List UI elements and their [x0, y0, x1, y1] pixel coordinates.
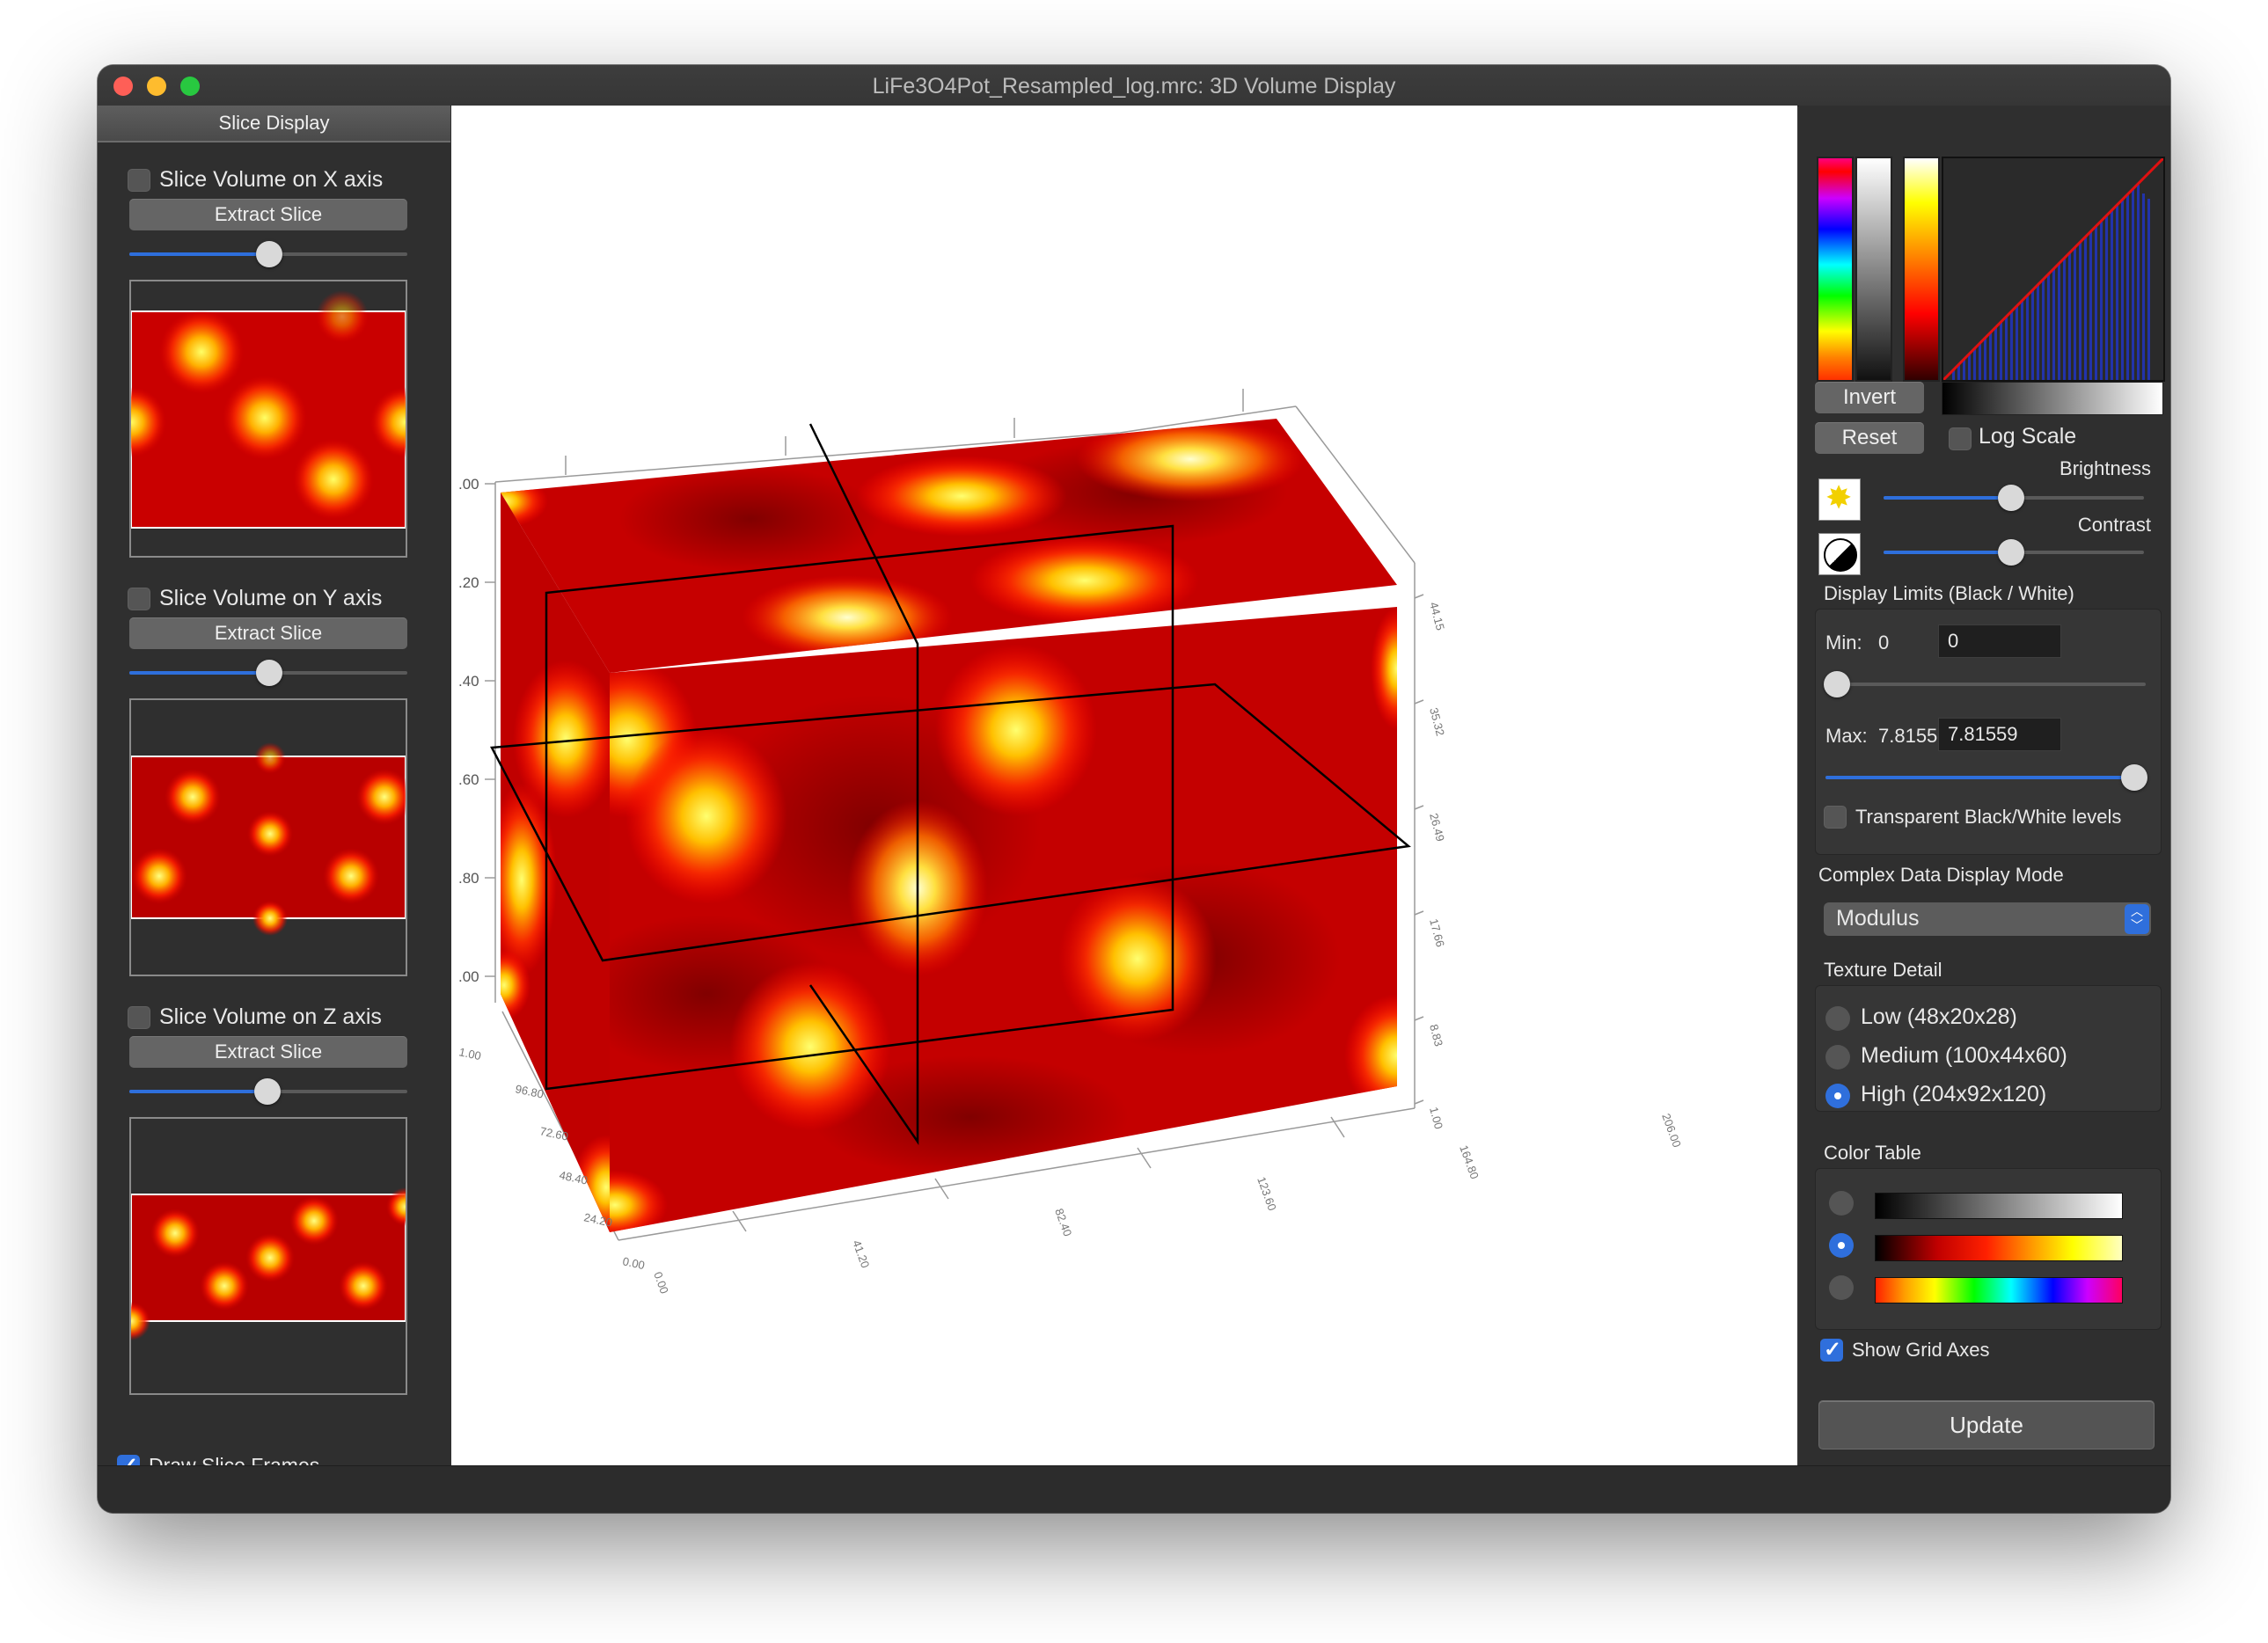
gray-colorbar	[1855, 157, 1892, 382]
slice-y-preview	[129, 698, 407, 976]
texture-high-radio[interactable]	[1825, 1084, 1850, 1108]
texture-high-label: High (204x92x120)	[1861, 1082, 2047, 1106]
depth-tick-4: 8.83	[1427, 1023, 1445, 1048]
z-tick-4: .80	[458, 870, 479, 887]
extract-slice-z-button[interactable]: Extract Slice	[129, 1036, 407, 1068]
slice-z-preview	[129, 1117, 407, 1395]
log-scale-label: Log Scale	[1979, 424, 2077, 449]
texture-medium-label: Medium (100x44x60)	[1861, 1043, 2067, 1068]
x-tick-2: 82.40	[1052, 1207, 1074, 1238]
show-grid-axes-label: Show Grid Axes	[1852, 1339, 1990, 1361]
depth-tick-1: 35.32	[1427, 706, 1447, 737]
app-window: LiFe3O4Pot_Resampled_log.mrc: 3D Volume …	[98, 65, 2170, 1513]
z-tick-2: .40	[458, 673, 479, 690]
spectrum-colorbar	[1817, 157, 1854, 382]
brightness-label: Brightness	[2059, 457, 2151, 479]
display-limits-title: Display Limits (Black / White)	[1824, 582, 2074, 604]
slice-x-checkbox[interactable]	[128, 169, 150, 192]
contrast-label: Contrast	[2077, 514, 2151, 536]
x-tick-5: 206.00	[1659, 1112, 1684, 1149]
color-table-grayscale-radio[interactable]	[1829, 1191, 1854, 1216]
y-tick-5: 1.00	[457, 1045, 482, 1062]
title-bar: LiFe3O4Pot_Resampled_log.mrc: 3D Volume …	[98, 65, 2170, 106]
complex-mode-select[interactable]: Modulus ︿ ﹀	[1824, 902, 2151, 936]
contrast-slider-fill	[1884, 551, 2012, 554]
log-scale-checkbox[interactable]	[1949, 427, 1972, 450]
spectrum-swatch[interactable]	[1875, 1277, 2123, 1303]
depth-tick-2: 26.49	[1427, 812, 1447, 843]
x-tick-1: 41.20	[850, 1238, 872, 1270]
histogram-bars	[1952, 185, 2150, 380]
texture-detail-title: Texture Detail	[1824, 959, 1942, 981]
min-label: Min:	[1825, 632, 1862, 654]
slice-y-slider-fill	[129, 671, 270, 675]
reset-button[interactable]: Reset	[1815, 422, 1924, 454]
color-table-title: Color Table	[1824, 1142, 1921, 1164]
slice-z-checkbox[interactable]	[128, 1006, 150, 1029]
grayscale-swatch[interactable]	[1875, 1193, 2123, 1219]
depth-tick-5: 1.00	[1427, 1106, 1445, 1130]
slice-y-label: Slice Volume on Y axis	[159, 586, 383, 610]
z-tick-0: .00	[458, 476, 479, 493]
heat-colorbar	[1903, 157, 1940, 382]
depth-tick-0: 44.15	[1427, 601, 1447, 632]
tab-slice-display[interactable]: Slice Display	[98, 106, 450, 142]
update-button[interactable]: Update	[1818, 1400, 2155, 1449]
slice-x-preview	[129, 280, 407, 558]
slice-z-slider-fill	[129, 1090, 268, 1093]
z-tick-1: .20	[458, 574, 479, 591]
transparent-levels-label: Transparent Black/White levels	[1855, 806, 2122, 828]
texture-medium-radio[interactable]	[1825, 1045, 1850, 1070]
contrast-slider-knob[interactable]	[1998, 539, 2024, 566]
y-tick-0: 0.00	[621, 1254, 646, 1272]
volume-render[interactable]: .00 .20 .40 .60 .80 .00 0.00 24.20 48.40…	[451, 106, 1797, 1465]
complex-mode-title: Complex Data Display Mode	[1818, 864, 2064, 886]
z-tick-5: .00	[458, 968, 479, 985]
complex-mode-value: Modulus	[1836, 906, 1920, 931]
min-value: 0	[1878, 632, 1890, 654]
color-table-heat-radio[interactable]	[1829, 1233, 1854, 1258]
slice-y-slider-knob[interactable]	[256, 660, 282, 686]
texture-low-radio[interactable]	[1825, 1006, 1850, 1031]
extract-slice-y-button[interactable]: Extract Slice	[129, 617, 407, 649]
show-grid-axes-checkbox[interactable]	[1820, 1337, 1843, 1362]
invert-button[interactable]: Invert	[1815, 382, 1924, 413]
max-slider-fill	[1825, 776, 2135, 779]
x-tick-0: 0.00	[651, 1270, 671, 1296]
min-input[interactable]: 0	[1938, 624, 2061, 658]
depth-tick-3: 17.66	[1427, 917, 1447, 948]
select-arrows-icon: ︿ ﹀	[2125, 904, 2149, 934]
x-tick-4: 164.80	[1457, 1143, 1482, 1180]
volume-viewport[interactable]: .00 .20 .40 .60 .80 .00 0.00 24.20 48.40…	[451, 106, 1797, 1465]
slice-x-slider-knob[interactable]	[256, 241, 282, 267]
display-panel: Invert Reset Log Scale Brightness ✸ Cont…	[1799, 106, 2170, 1465]
min-slider-knob[interactable]	[1824, 671, 1850, 697]
status-bar	[98, 1465, 2170, 1513]
min-slider[interactable]	[1825, 683, 2146, 686]
max-label: Max:	[1825, 725, 1868, 747]
slice-z-slider-knob[interactable]	[254, 1078, 281, 1105]
max-input[interactable]: 7.81559	[1938, 718, 2061, 751]
window-title: LiFe3O4Pot_Resampled_log.mrc: 3D Volume …	[872, 74, 1396, 99]
extract-slice-x-button[interactable]: Extract Slice	[129, 199, 407, 230]
brightness-icon: ✸	[1818, 478, 1861, 521]
texture-low-label: Low (48x20x28)	[1861, 1004, 2017, 1029]
slice-x-slider-fill	[129, 252, 270, 256]
histogram-plot[interactable]	[1942, 157, 2165, 382]
contrast-icon	[1818, 533, 1861, 575]
max-slider-knob[interactable]	[2121, 764, 2147, 791]
heat-swatch[interactable]	[1875, 1235, 2123, 1261]
z-tick-3: .60	[458, 771, 479, 788]
slice-y-checkbox[interactable]	[128, 588, 150, 610]
brightness-slider-fill	[1884, 496, 2012, 500]
transparent-levels-checkbox[interactable]	[1824, 806, 1847, 829]
x-tick-3: 123.60	[1255, 1175, 1279, 1212]
gray-ramp	[1942, 382, 2163, 415]
slice-x-label: Slice Volume on X axis	[159, 167, 384, 192]
color-table-spectrum-radio[interactable]	[1829, 1275, 1854, 1300]
brightness-slider-knob[interactable]	[1998, 485, 2024, 511]
slice-panel: Slice Display Slice Volume on X axis Ext…	[98, 106, 450, 1479]
slice-z-label: Slice Volume on Z axis	[159, 1004, 382, 1029]
